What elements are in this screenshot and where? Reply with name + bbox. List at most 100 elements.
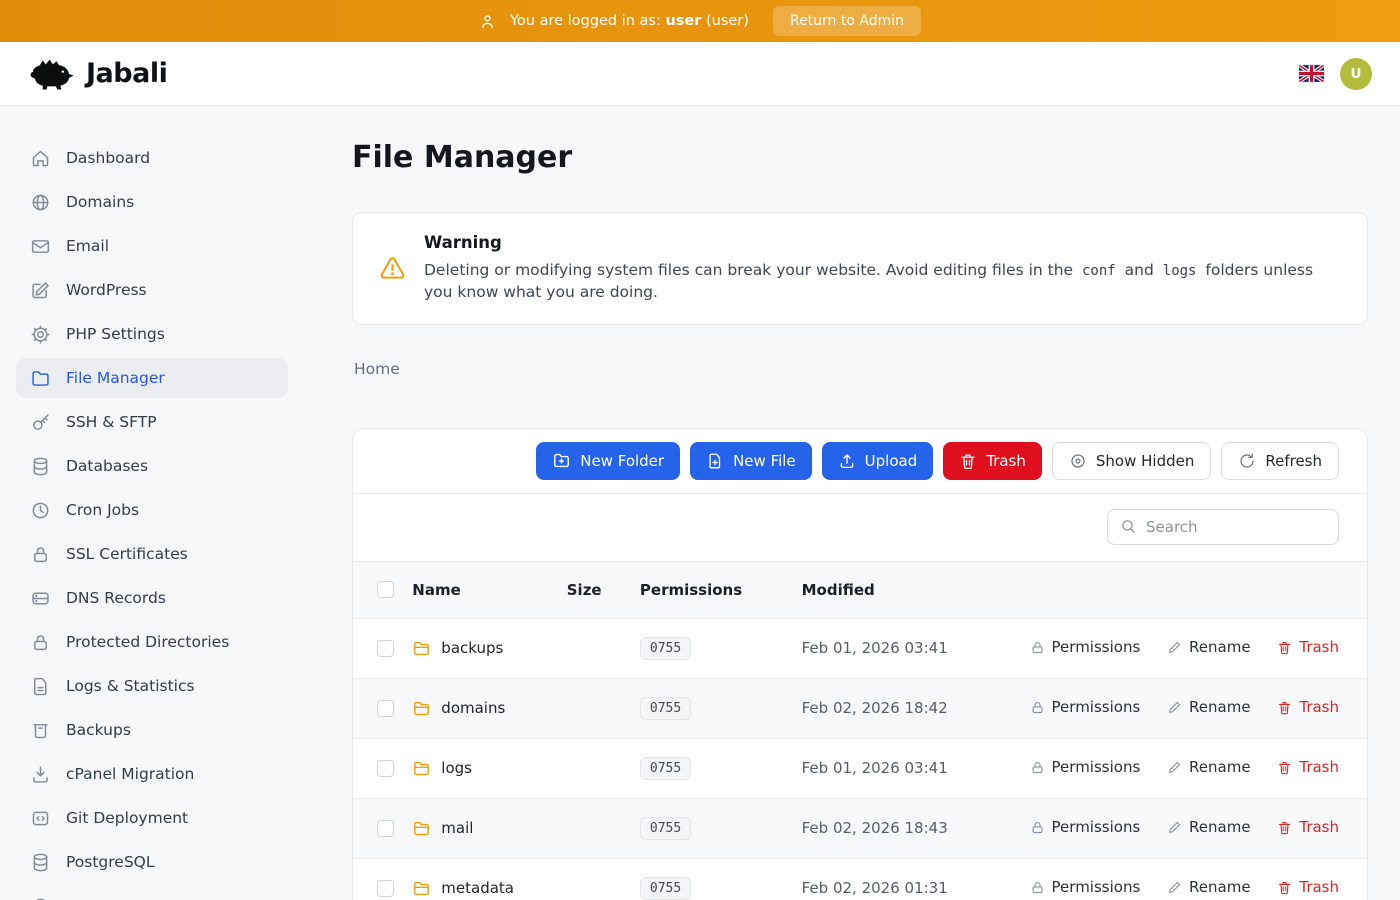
warning-message: Deleting or modifying system files can b… (424, 259, 1341, 304)
sidebar-item-backups[interactable]: Backups (16, 710, 288, 750)
sidebar-item-files[interactable]: File Manager (16, 358, 288, 398)
sidebar-item-ssl[interactable]: SSL Certificates (16, 534, 288, 574)
row-rename-action[interactable]: Rename (1167, 638, 1251, 656)
row-rename-action[interactable]: Rename (1167, 758, 1251, 776)
search-icon (1120, 518, 1137, 535)
uk-flag-icon[interactable] (1299, 65, 1324, 82)
permissions-badge: 0755 (640, 757, 691, 780)
mail-icon (30, 236, 51, 257)
column-header-modified[interactable]: Modified (802, 561, 1008, 618)
sidebar-item-label: cPanel Migration (66, 765, 194, 783)
row-rename-action[interactable]: Rename (1167, 818, 1251, 836)
column-header-name[interactable]: Name (412, 561, 566, 618)
lock-icon (30, 632, 51, 653)
file-name-link[interactable]: domains (441, 699, 505, 717)
row-checkbox[interactable] (377, 880, 394, 897)
sidebar-nav: Dashboard Domains Email WordPress PHP Se… (0, 106, 304, 900)
sidebar-item-wordpress[interactable]: WordPress (16, 270, 288, 310)
column-header-permissions[interactable]: Permissions (640, 561, 802, 618)
row-checkbox[interactable] (377, 820, 394, 837)
row-trash-action[interactable]: Trash (1277, 698, 1339, 716)
column-header-size[interactable]: Size (567, 561, 640, 618)
sidebar-item-databases[interactable]: Databases (16, 446, 288, 486)
sidebar-item-logs[interactable]: Logs & Statistics (16, 666, 288, 706)
database-icon (30, 456, 51, 477)
page-layout: Dashboard Domains Email WordPress PHP Se… (0, 106, 1400, 900)
folder-plus-icon (552, 451, 571, 470)
row-checkbox[interactable] (377, 640, 394, 657)
return-to-admin-button[interactable]: Return to Admin (773, 6, 921, 36)
warning-content: Warning Deleting or modifying system fil… (424, 233, 1341, 304)
sidebar-item-label: Logs & Statistics (66, 677, 195, 695)
sidebar-item-label: Cron Jobs (66, 501, 139, 519)
search-row (353, 494, 1367, 561)
permissions-badge: 0755 (640, 817, 691, 840)
sidebar-item-ssh[interactable]: SSH & SFTP (16, 402, 288, 442)
row-rename-action[interactable]: Rename (1167, 878, 1251, 896)
row-permissions-action[interactable]: Permissions (1030, 758, 1141, 776)
row-trash-action[interactable]: Trash (1277, 878, 1339, 896)
database-icon (30, 852, 51, 873)
pencil-icon (1167, 640, 1182, 655)
sidebar-item-cpanel[interactable]: cPanel Migration (16, 754, 288, 794)
sidebar-item-php[interactable]: PHP Settings (16, 314, 288, 354)
brand-logo[interactable]: Jabali (28, 56, 167, 92)
new-folder-button[interactable]: New Folder (536, 442, 680, 480)
file-name-link[interactable]: backups (441, 639, 503, 657)
file-name-link[interactable]: mail (441, 819, 473, 837)
sidebar-item-protected[interactable]: Protected Directories (16, 622, 288, 662)
page-title: File Manager (352, 140, 1368, 175)
trash-icon (959, 452, 977, 470)
select-all-checkbox[interactable] (377, 581, 394, 598)
refresh-button[interactable]: Refresh (1221, 442, 1339, 480)
row-trash-action[interactable]: Trash (1277, 818, 1339, 836)
file-name-link[interactable]: logs (441, 759, 472, 777)
folder-icon (412, 819, 431, 838)
warning-alert: Warning Deleting or modifying system fil… (352, 212, 1368, 325)
row-permissions-action[interactable]: Permissions (1030, 638, 1141, 656)
sidebar-item-label: Dashboard (66, 149, 150, 167)
sidebar-item-git[interactable]: Git Deployment (16, 798, 288, 838)
row-permissions-action[interactable]: Permissions (1030, 818, 1141, 836)
row-permissions-action[interactable]: Permissions (1030, 878, 1141, 896)
sidebar-item-postgresql[interactable]: PostgreSQL (16, 842, 288, 882)
warning-triangle-icon (379, 255, 406, 282)
boar-logo-icon (28, 56, 76, 92)
search-input[interactable] (1146, 518, 1326, 536)
new-file-button[interactable]: New File (690, 442, 812, 480)
folder-icon (412, 759, 431, 778)
modified-date: Feb 01, 2026 03:41 (802, 759, 948, 777)
modified-date: Feb 02, 2026 18:43 (802, 819, 948, 837)
row-checkbox[interactable] (377, 760, 394, 777)
row-permissions-action[interactable]: Permissions (1030, 698, 1141, 716)
sidebar-item-cron[interactable]: Cron Jobs (16, 490, 288, 530)
lock-icon (1030, 760, 1045, 775)
trash-icon (1277, 820, 1292, 835)
trash-icon (1277, 760, 1292, 775)
key-icon (30, 412, 51, 433)
sidebar-item-dashboard[interactable]: Dashboard (16, 138, 288, 178)
breadcrumb-home[interactable]: Home (354, 360, 1368, 378)
row-rename-action[interactable]: Rename (1167, 698, 1251, 716)
trash-button[interactable]: Trash (943, 442, 1042, 480)
edit-icon (30, 280, 51, 301)
sidebar-item-label: File Manager (66, 369, 165, 387)
row-trash-action[interactable]: Trash (1277, 758, 1339, 776)
sidebar-item-partial[interactable] (16, 886, 288, 900)
upload-button[interactable]: Upload (822, 442, 934, 480)
lock-icon (30, 544, 51, 565)
sidebar-item-domains[interactable]: Domains (16, 182, 288, 222)
sidebar-item-email[interactable]: Email (16, 226, 288, 266)
modified-date: Feb 02, 2026 01:31 (802, 879, 948, 897)
show-hidden-button[interactable]: Show Hidden (1052, 442, 1211, 480)
sidebar-item-label: PostgreSQL (66, 853, 155, 871)
code-logs: logs (1159, 263, 1201, 279)
modified-date: Feb 02, 2026 18:42 (802, 699, 948, 717)
table-header-row: Name Size Permissions Modified (353, 561, 1367, 618)
row-checkbox[interactable] (377, 700, 394, 717)
file-manager-panel: New Folder New File Upload Trash Show Hi… (352, 428, 1368, 900)
user-avatar[interactable]: U (1340, 58, 1372, 90)
file-name-link[interactable]: metadata (441, 879, 514, 897)
sidebar-item-dns[interactable]: DNS Records (16, 578, 288, 618)
row-trash-action[interactable]: Trash (1277, 638, 1339, 656)
